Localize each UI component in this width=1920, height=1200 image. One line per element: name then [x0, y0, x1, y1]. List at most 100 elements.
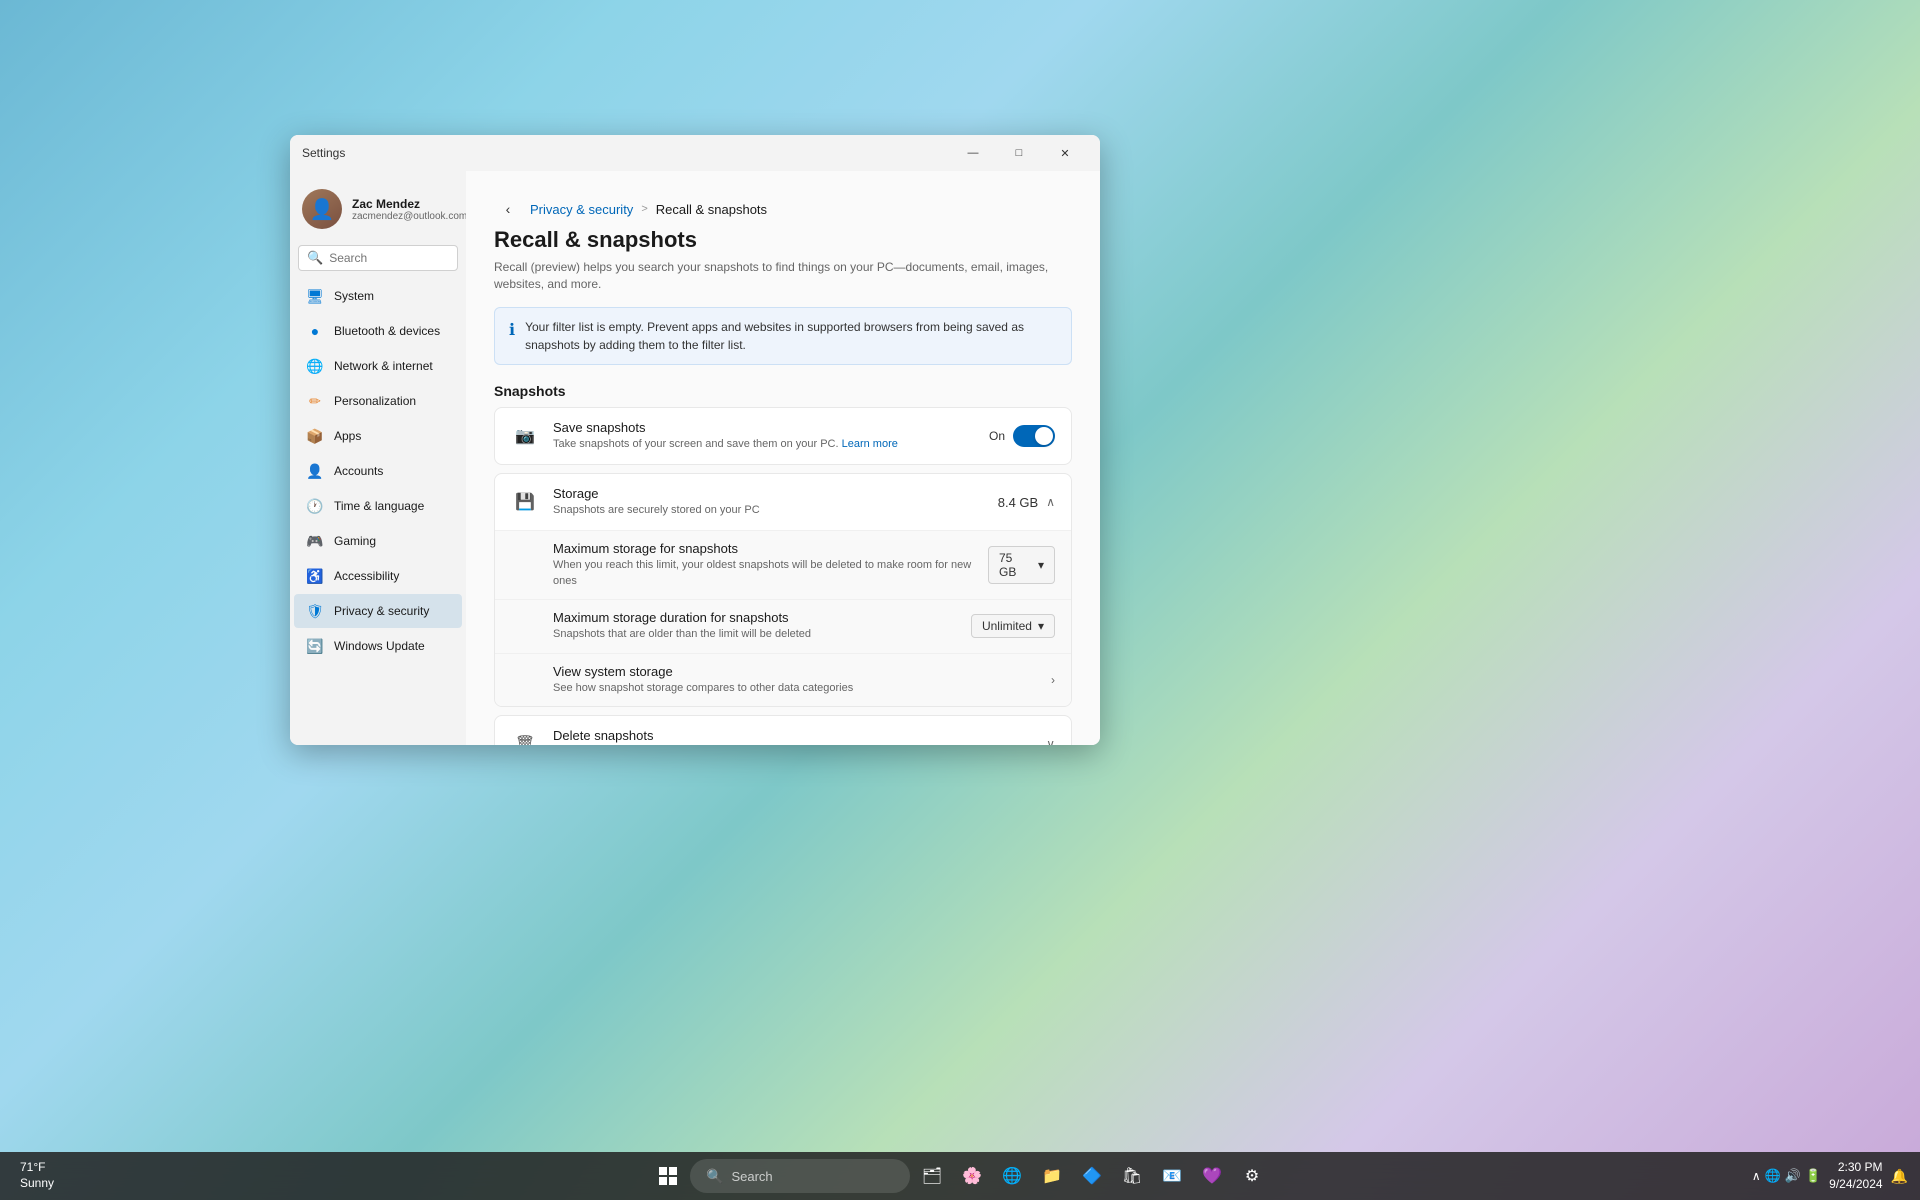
save-snapshots-toggle[interactable]: [1013, 425, 1055, 447]
volume-icon[interactable]: 🔊: [1785, 1168, 1801, 1184]
sidebar-item-personalization[interactable]: ✏ Personalization: [294, 384, 462, 418]
user-profile[interactable]: 👤 Zac Mendez zacmendez@outlook.com: [290, 179, 466, 245]
info-banner-text: Your filter list is empty. Prevent apps …: [525, 318, 1057, 354]
save-snapshots-title: Save snapshots: [553, 420, 975, 435]
battery-icon[interactable]: 🔋: [1805, 1168, 1821, 1184]
sidebar-item-gaming[interactable]: 🎮 Gaming: [294, 524, 462, 558]
taskbar-center: 🔍 Search 🗂 🌸 🌐 📁 🔷 🛍 📧 💜 ⚙: [650, 1158, 1270, 1194]
taskbar-browser-icon[interactable]: 🌐: [994, 1158, 1030, 1194]
title-bar: Settings — □ ✕: [290, 135, 1100, 171]
sidebar-item-apps-label: Apps: [334, 429, 361, 443]
avatar-image: 👤: [302, 189, 342, 229]
sidebar-item-accounts[interactable]: 👤 Accounts: [294, 454, 462, 488]
weather-widget[interactable]: 71°F Sunny: [12, 1160, 62, 1191]
breadcrumb-separator: >: [641, 203, 647, 215]
storage-icon: 💾: [511, 488, 539, 516]
storage-row[interactable]: 💾 Storage Snapshots are securely stored …: [495, 474, 1071, 531]
network-tray-icon[interactable]: 🌐: [1765, 1168, 1781, 1184]
taskbar-files-icon[interactable]: 🗂: [914, 1158, 950, 1194]
back-button[interactable]: ‹: [494, 195, 522, 223]
save-snapshots-toggle-label: On: [989, 429, 1005, 443]
accounts-icon: 👤: [306, 462, 324, 480]
info-icon: ℹ: [509, 319, 515, 343]
time-icon: 🕐: [306, 497, 324, 515]
taskbar-mail-icon[interactable]: 📧: [1154, 1158, 1190, 1194]
taskbar-search-label: Search: [731, 1169, 772, 1184]
sidebar-item-update[interactable]: 🔄 Windows Update: [294, 629, 462, 663]
max-storage-row: Maximum storage for snapshots When you r…: [495, 531, 1071, 600]
max-duration-value: Unlimited: [982, 619, 1032, 633]
maximize-button[interactable]: □: [996, 135, 1042, 171]
close-button[interactable]: ✕: [1042, 135, 1088, 171]
max-duration-content: Maximum storage duration for snapshots S…: [553, 610, 1055, 642]
search-input[interactable]: [329, 251, 449, 265]
weather-temp: 71°F: [20, 1160, 45, 1176]
taskbar-store-icon[interactable]: 🛍: [1114, 1158, 1150, 1194]
max-storage-chevron: ▾: [1038, 558, 1044, 572]
clock-date: 9/24/2024: [1829, 1176, 1882, 1193]
taskbar-settings-icon[interactable]: ⚙: [1234, 1158, 1270, 1194]
sidebar-item-system[interactable]: 🖥 System: [294, 279, 462, 313]
taskbar-explorer-icon[interactable]: 📁: [1034, 1158, 1070, 1194]
save-snapshots-icon: 📷: [511, 422, 539, 450]
sidebar-item-network[interactable]: 🌐 Network & internet: [294, 349, 462, 383]
start-button[interactable]: [650, 1158, 686, 1194]
update-icon: 🔄: [306, 637, 324, 655]
page-title: Recall & snapshots: [494, 227, 1072, 253]
chevron-up-icon[interactable]: ∧: [1752, 1169, 1761, 1183]
max-duration-dropdown[interactable]: Unlimited ▾: [971, 614, 1055, 638]
page-subtitle: Recall (preview) helps you search your s…: [494, 259, 1072, 293]
max-storage-title: Maximum storage for snapshots: [553, 541, 988, 556]
sidebar-item-update-label: Windows Update: [334, 639, 425, 653]
taskbar-search[interactable]: 🔍 Search: [690, 1159, 910, 1193]
sidebar-item-time[interactable]: 🕐 Time & language: [294, 489, 462, 523]
max-storage-content: Maximum storage for snapshots When you r…: [553, 541, 1055, 589]
max-storage-dropdown[interactable]: 75 GB ▾: [988, 546, 1055, 584]
storage-desc: Snapshots are securely stored on your PC: [553, 503, 984, 518]
save-snapshots-desc: Take snapshots of your screen and save t…: [553, 437, 975, 452]
taskbar-right: ∧ 🌐 🔊 🔋 2:30 PM 9/24/2024 🔔: [1752, 1152, 1920, 1200]
user-email: zacmendez@outlook.com: [352, 211, 466, 222]
view-system-storage-content: View system storage See how snapshot sto…: [553, 664, 1055, 696]
view-system-storage-desc: See how snapshot storage compares to oth…: [553, 681, 853, 696]
max-duration-row: Maximum storage duration for snapshots S…: [495, 600, 1071, 653]
taskbar-left: 71°F Sunny: [0, 1160, 62, 1191]
save-snapshots-learn-more[interactable]: Learn more: [842, 438, 898, 450]
storage-content: Storage Snapshots are securely stored on…: [553, 486, 984, 518]
taskbar-teams-icon[interactable]: 💜: [1194, 1158, 1230, 1194]
sidebar-item-accounts-label: Accounts: [334, 464, 383, 478]
settings-title: Settings: [302, 146, 345, 160]
storage-chevron-up[interactable]: ∧: [1046, 495, 1055, 509]
sidebar-item-accessibility[interactable]: ♿ Accessibility: [294, 559, 462, 593]
view-system-storage-chevron[interactable]: ›: [1051, 673, 1055, 687]
sidebar: 👤 Zac Mendez zacmendez@outlook.com 🔍 🖥 S…: [290, 171, 466, 745]
sidebar-item-apps[interactable]: 📦 Apps: [294, 419, 462, 453]
breadcrumb-current: Recall & snapshots: [656, 202, 767, 217]
max-duration-desc: Snapshots that are older than the limit …: [553, 627, 811, 642]
clock[interactable]: 2:30 PM 9/24/2024: [1829, 1159, 1882, 1193]
avatar: 👤: [302, 189, 342, 229]
breadcrumb-parent[interactable]: Privacy & security: [530, 202, 633, 217]
delete-snapshots-row[interactable]: 🗑 Delete snapshots You can delete snapsh…: [495, 716, 1071, 745]
taskbar-photos-icon[interactable]: 🌸: [954, 1158, 990, 1194]
delete-snapshots-content: Delete snapshots You can delete snapshot…: [553, 728, 1032, 745]
storage-value: 8.4 GB: [998, 495, 1038, 510]
title-bar-left: Settings: [302, 146, 345, 160]
taskbar-edge-icon[interactable]: 🔷: [1074, 1158, 1110, 1194]
sidebar-item-time-label: Time & language: [334, 499, 424, 513]
minimize-button[interactable]: —: [950, 135, 996, 171]
weather-condition: Sunny: [20, 1176, 54, 1192]
info-banner: ℹ Your filter list is empty. Prevent app…: [494, 307, 1072, 365]
sidebar-item-bluetooth[interactable]: ● Bluetooth & devices: [294, 314, 462, 348]
view-system-storage-row[interactable]: View system storage See how snapshot sto…: [495, 654, 1071, 706]
user-name: Zac Mendez: [352, 197, 466, 211]
notification-icon[interactable]: 🔔: [1891, 1168, 1908, 1185]
sidebar-search-box[interactable]: 🔍: [298, 245, 458, 271]
taskbar: 71°F Sunny 🔍 Search 🗂 🌸 🌐 📁 🔷 🛍 📧 💜 ⚙: [0, 1152, 1920, 1200]
storage-card: 💾 Storage Snapshots are securely stored …: [494, 473, 1072, 707]
sidebar-item-privacy[interactable]: 🛡 Privacy & security: [294, 594, 462, 628]
delete-snapshots-chevron[interactable]: ∨: [1046, 737, 1055, 745]
user-info: Zac Mendez zacmendez@outlook.com: [352, 197, 466, 222]
snapshots-card: 📷 Save snapshots Take snapshots of your …: [494, 407, 1072, 465]
save-snapshots-action: On: [989, 425, 1055, 447]
